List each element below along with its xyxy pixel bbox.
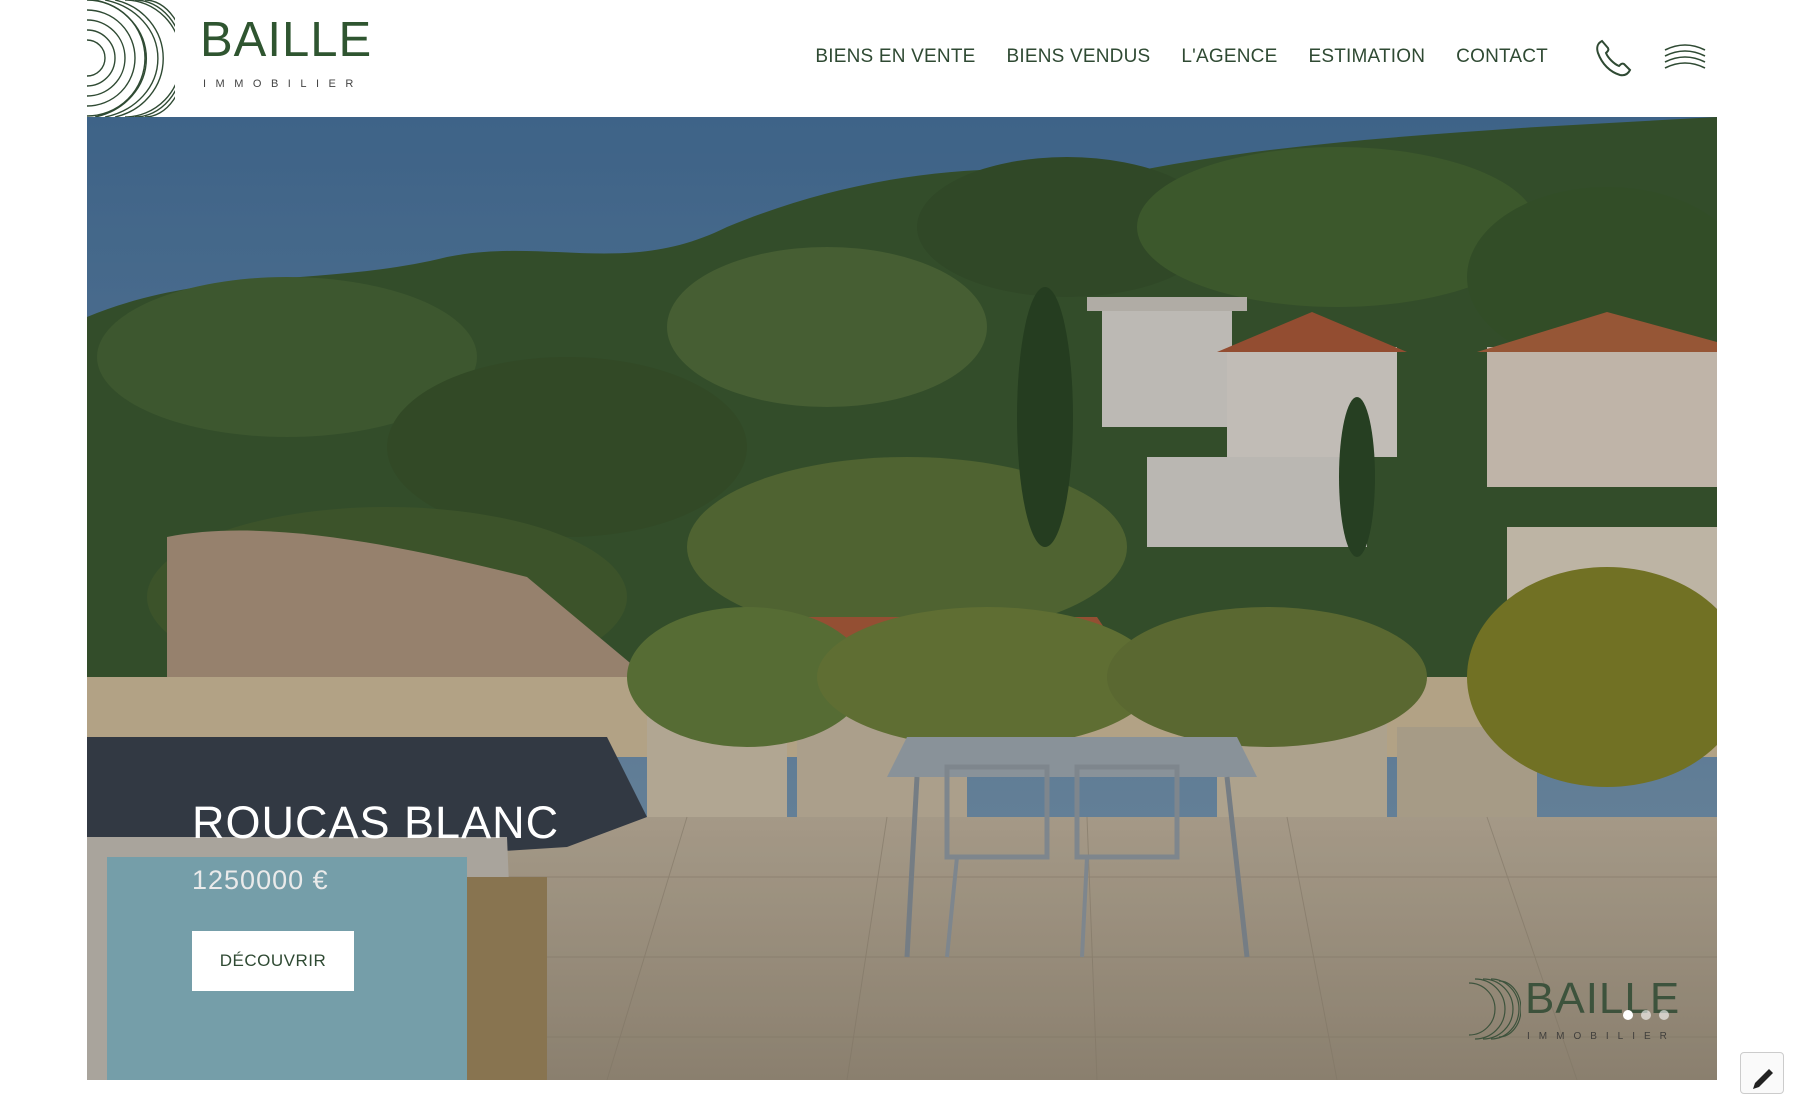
brand-subtitle: IMMOBILIER	[203, 78, 363, 90]
nav-estimation[interactable]: ESTIMATION	[1308, 46, 1425, 68]
nav-biens-en-vente[interactable]: BIENS EN VENTE	[815, 46, 975, 68]
main-nav: BIENS EN VENTE BIENS VENDUS L'AGENCE EST…	[815, 46, 1548, 68]
pencil-icon	[1753, 1069, 1773, 1089]
menu-waves-icon[interactable]	[1663, 42, 1707, 72]
slider-dot-3[interactable]	[1659, 1010, 1669, 1020]
slider-dots	[1623, 1010, 1669, 1020]
edit-button[interactable]	[1740, 1052, 1784, 1094]
property-price: 1250000 €	[192, 865, 329, 895]
property-title: ROUCAS BLANC	[192, 797, 560, 848]
brand-name[interactable]: BAILLE	[200, 16, 372, 65]
nav-biens-vendus[interactable]: BIENS VENDUS	[1007, 46, 1151, 68]
watermark-logo-icon	[1469, 978, 1521, 1040]
hero-slider[interactable]: ROUCAS BLANC 1250000 € DÉCOUVRIR BAILLE …	[87, 117, 1717, 1080]
slider-dot-2[interactable]	[1641, 1010, 1651, 1020]
nav-agence[interactable]: L'AGENCE	[1181, 46, 1277, 68]
logo-arcs-icon[interactable]	[87, 0, 175, 117]
slider-dot-1[interactable]	[1623, 1010, 1633, 1020]
site-header: BAILLE IMMOBILIER BIENS EN VENTE BIENS V…	[87, 0, 1717, 117]
phone-icon[interactable]	[1592, 37, 1634, 79]
watermark-brand-subtitle: IMMOBILIER	[1527, 1031, 1676, 1042]
nav-contact[interactable]: CONTACT	[1456, 46, 1548, 68]
discover-button[interactable]: DÉCOUVRIR	[192, 931, 354, 991]
